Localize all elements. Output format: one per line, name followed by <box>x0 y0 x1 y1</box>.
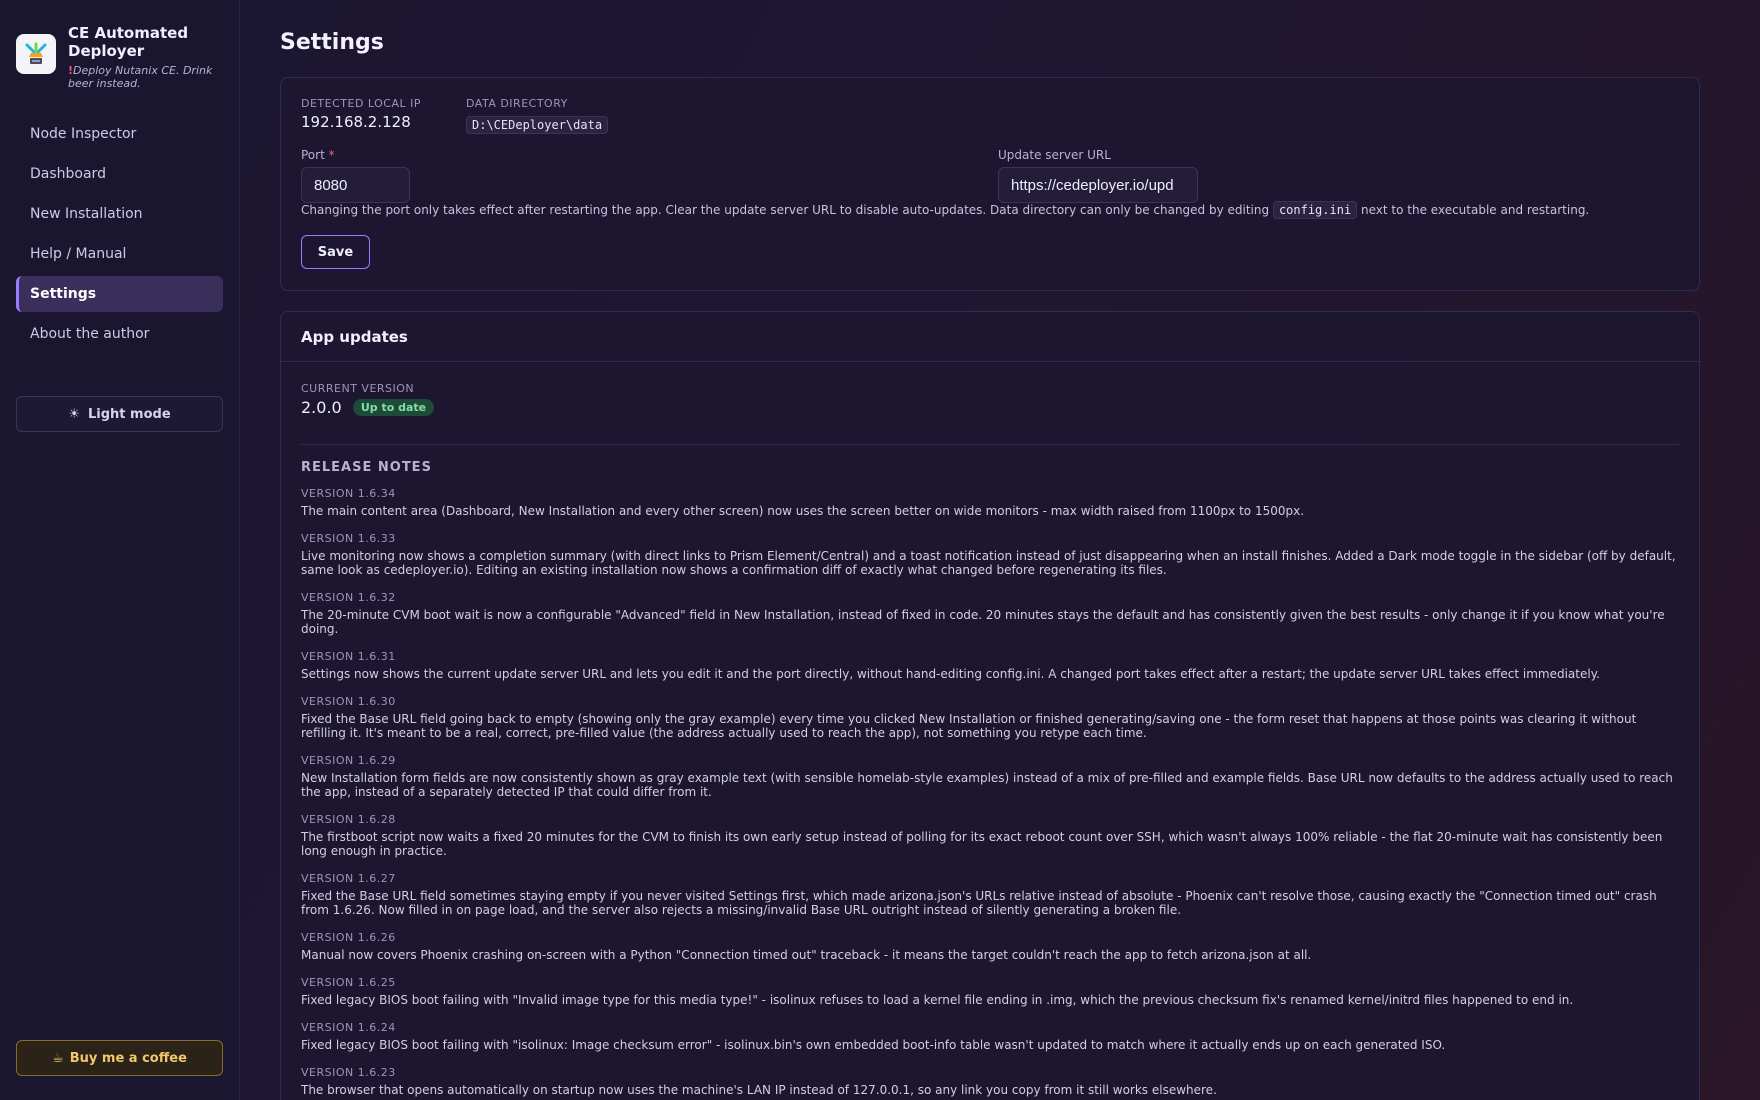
release-note: VERSION 1.6.34 The main content area (Das… <box>301 487 1681 518</box>
app-tagline: !Deploy Nutanix CE. Drink beer instead. <box>68 64 226 90</box>
release-note: VERSION 1.6.28 The firstboot script now w… <box>301 813 1681 858</box>
sidebar: CE Automated Deployer !Deploy Nutanix CE… <box>0 0 240 1100</box>
note-text: Fixed legacy BIOS boot failing with "iso… <box>301 1038 1446 1052</box>
current-version-value: 2.0.0 <box>301 398 342 417</box>
hint-config-ini: config.ini <box>1272 201 1358 219</box>
release-note: VERSION 1.6.31 Settings now shows the cur… <box>301 650 1681 681</box>
tagline-text: Deploy Nutanix CE. Drink beer instead. <box>68 64 213 90</box>
note-text: Fixed the Base URL field sometimes stayi… <box>301 889 1657 917</box>
sidebar-item-about-author[interactable]: About the author <box>16 316 223 352</box>
note-version: VERSION 1.6.26 <box>301 931 396 944</box>
release-note: VERSION 1.6.30 Fixed the Base URL field g… <box>301 695 1681 740</box>
sidebar-item-node-inspector[interactable]: Node Inspector <box>16 116 223 152</box>
sidebar-item-help-manual[interactable]: Help / Manual <box>16 236 223 272</box>
status-badge: Up to date <box>352 399 435 416</box>
sidebar-item-settings[interactable]: Settings <box>16 276 223 312</box>
note-version: VERSION 1.6.32 <box>301 591 396 604</box>
hint-text-before: Changing the port only takes effect afte… <box>301 203 1270 217</box>
sun-icon: ☀ <box>68 406 80 422</box>
required-marker: * <box>328 148 335 162</box>
current-version-block: Current version 2.0.0 Up to date <box>301 382 435 417</box>
note-version: VERSION 1.6.31 <box>301 650 396 663</box>
note-text: The main content area (Dashboard, New In… <box>301 504 1305 518</box>
note-text: Live monitoring now shows a completion s… <box>301 549 1676 577</box>
app-logo-icon <box>16 34 56 74</box>
update-url-input[interactable] <box>998 167 1198 203</box>
coffee-icon: ☕ <box>52 1050 64 1066</box>
note-text: Fixed the Base URL field going back to e… <box>301 712 1637 740</box>
app-updates-title: App updates <box>281 312 1699 362</box>
section-divider <box>301 444 1679 445</box>
hint-text-after: next to the executable and restarting. <box>1361 203 1590 217</box>
release-notes-title: RELEASE NOTES <box>301 460 432 475</box>
note-text: The firstboot script now waits a fixed 2… <box>301 830 1663 858</box>
update-url-block: Update server URL <box>998 148 1198 203</box>
buy-coffee-button[interactable]: ☕ Buy me a coffee <box>16 1040 223 1076</box>
port-label-text: Port <box>301 148 325 162</box>
note-version: VERSION 1.6.28 <box>301 813 396 826</box>
release-note: VERSION 1.6.23 The browser that opens aut… <box>301 1066 1681 1097</box>
sidebar-nav: Node Inspector Dashboard New Installatio… <box>16 116 223 356</box>
note-version: VERSION 1.6.30 <box>301 695 396 708</box>
buy-coffee-label: Buy me a coffee <box>69 1050 187 1066</box>
note-text: Settings now shows the current update se… <box>301 667 1600 681</box>
local-ip-value: 192.168.2.128 <box>301 113 411 131</box>
sidebar-item-new-installation[interactable]: New Installation <box>16 196 223 232</box>
light-mode-label: Light mode <box>88 406 171 422</box>
save-button[interactable]: Save <box>301 235 370 269</box>
release-note: VERSION 1.6.24 Fixed legacy BIOS boot fai… <box>301 1021 1681 1052</box>
release-note: VERSION 1.6.27 Fixed the Base URL field s… <box>301 872 1681 917</box>
data-dir-value: D:\CEDeployer\data <box>466 116 609 134</box>
settings-card: Detected local IP 192.168.2.128 Data dir… <box>280 77 1700 291</box>
note-version: VERSION 1.6.25 <box>301 976 396 989</box>
note-text: The 20-minute CVM boot wait is now a con… <box>301 608 1665 636</box>
note-text: New Installation form fields are now con… <box>301 771 1673 799</box>
release-note: VERSION 1.6.26 Manual now covers Phoenix … <box>301 931 1681 962</box>
note-text: The browser that opens automatically on … <box>301 1083 1217 1097</box>
note-version: VERSION 1.6.24 <box>301 1021 396 1034</box>
update-url-label: Update server URL <box>998 148 1111 162</box>
data-dir-block: Data directory D:\CEDeployer\data <box>466 97 609 134</box>
port-input[interactable] <box>301 167 410 203</box>
current-version-label: Current version <box>301 382 415 395</box>
app-title: CE Automated Deployer <box>68 24 189 60</box>
brand: CE Automated Deployer !Deploy Nutanix CE… <box>16 24 226 90</box>
note-version: VERSION 1.6.29 <box>301 754 396 767</box>
page-title: Settings <box>280 30 384 55</box>
release-note: VERSION 1.6.25 Fixed legacy BIOS boot fai… <box>301 976 1681 1007</box>
note-version: VERSION 1.6.23 <box>301 1066 396 1079</box>
light-mode-button[interactable]: ☀ Light mode <box>16 396 223 432</box>
port-label: Port * <box>301 148 410 162</box>
note-version: VERSION 1.6.27 <box>301 872 396 885</box>
note-version: VERSION 1.6.34 <box>301 487 396 500</box>
note-version: VERSION 1.6.33 <box>301 532 396 545</box>
port-field-block: Port * <box>301 148 410 203</box>
settings-hint: Changing the port only takes effect afte… <box>301 201 1590 219</box>
sidebar-item-dashboard[interactable]: Dashboard <box>16 156 223 192</box>
note-text: Fixed legacy BIOS boot failing with "Inv… <box>301 993 1574 1007</box>
note-text: Manual now covers Phoenix crashing on-sc… <box>301 948 1312 962</box>
release-note: VERSION 1.6.32 The 20-minute CVM boot wai… <box>301 591 1681 636</box>
app-updates-card: App updates Current version 2.0.0 Up to … <box>280 311 1700 1100</box>
release-note: VERSION 1.6.29 New Installation form fiel… <box>301 754 1681 799</box>
local-ip-block: Detected local IP 192.168.2.128 <box>301 97 421 131</box>
data-dir-label: Data directory <box>466 97 568 110</box>
local-ip-label: Detected local IP <box>301 97 422 110</box>
release-notes-list: VERSION 1.6.34 The main content area (Das… <box>301 487 1681 1100</box>
release-note: VERSION 1.6.33 Live monitoring now shows … <box>301 532 1681 577</box>
